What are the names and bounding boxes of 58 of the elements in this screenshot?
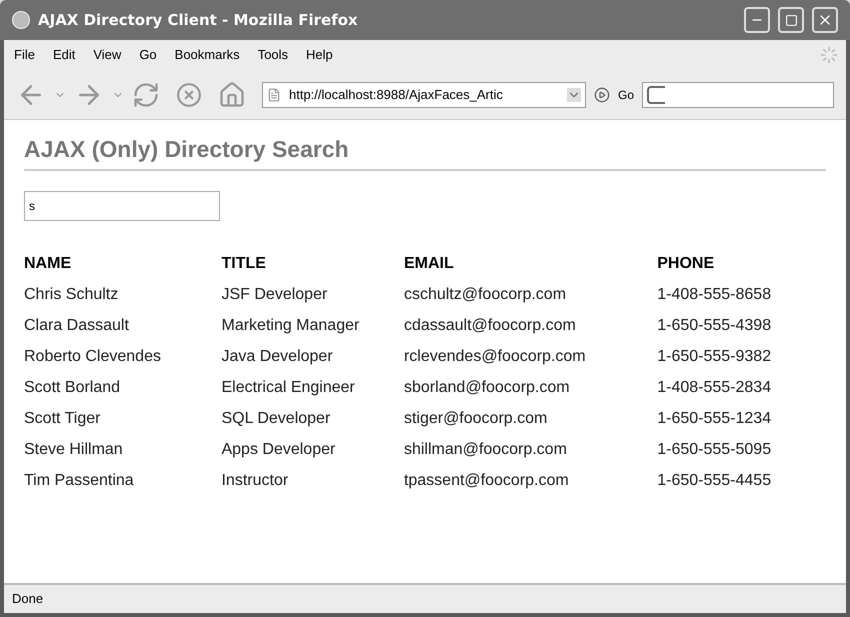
menu-item[interactable]: Help <box>304 45 335 65</box>
go-icon[interactable] <box>594 86 610 102</box>
throbber-icon <box>820 46 838 64</box>
table-cell: Electrical Engineer <box>221 378 355 396</box>
url-text: http://localhost:8988/AjaxFaces_Artic <box>289 86 504 104</box>
address-field[interactable]: http://localhost:8988/AjaxFaces_Artic <box>262 82 586 108</box>
go-button[interactable]: Go <box>618 86 634 104</box>
home-icon[interactable] <box>218 80 246 108</box>
column-header: TITLE <box>221 254 266 272</box>
menu-item[interactable]: View <box>91 45 124 65</box>
table-cell: 1-650-555-1234 <box>657 410 772 426</box>
table-cell: SQL Developer <box>221 410 330 426</box>
table-cell: rclevendes@foocorp.com <box>404 348 586 364</box>
table-cell: Marketing Manager <box>221 316 360 334</box>
table-cell: Apps Developer <box>221 440 336 458</box>
table-cell: cdassault@foocorp.com <box>404 316 576 334</box>
table-cell: Steve Hillman <box>24 440 123 458</box>
table-cell: tpassent@foocorp.com <box>404 472 569 488</box>
status-text: Done <box>12 590 44 608</box>
table-cell: 1-650-555-4455 <box>657 472 772 488</box>
table-cell: Clara Dassault <box>24 316 129 334</box>
page-heading: AJAX (Only) Directory Search <box>24 132 826 170</box>
table-cell: shillman@foocorp.com <box>404 440 567 458</box>
table-cell: 1-650-555-4398 <box>657 316 772 334</box>
page-icon <box>267 88 281 102</box>
column-header: EMAIL <box>404 254 454 272</box>
maximize-icon <box>784 14 798 26</box>
reload-icon[interactable] <box>132 80 160 108</box>
menu-item[interactable]: Go <box>137 45 159 65</box>
minimize-button[interactable] <box>744 7 770 33</box>
table-cell: 1-650-555-9382 <box>657 348 772 364</box>
close-button[interactable] <box>812 7 838 33</box>
table-cell: stiger@foocorp.com <box>404 410 548 426</box>
table-cell: Roberto Clevendes <box>24 348 161 364</box>
table-cell: 1-408-555-8658 <box>657 286 772 302</box>
stop-icon[interactable] <box>176 82 202 108</box>
menu-item[interactable]: Bookmarks <box>172 45 242 65</box>
table-cell: Tim Passentina <box>24 472 134 488</box>
window-title: AJAX Directory Client - Mozilla Firefox <box>38 10 359 31</box>
menu-item[interactable]: Edit <box>50 45 78 65</box>
table-cell: Chris Schultz <box>24 286 118 302</box>
search-field[interactable]: s <box>24 190 220 220</box>
table-cell: sborland@foocorp.com <box>404 378 570 396</box>
column-header: PHONE <box>657 254 714 272</box>
table-cell: Scott Borland <box>24 378 120 396</box>
table-cell: Java Developer <box>221 348 333 364</box>
table-cell: Instructor <box>221 472 288 488</box>
column-header: NAME <box>24 254 72 272</box>
maximize-button[interactable] <box>778 7 804 33</box>
menu-item[interactable]: Tools <box>256 45 290 65</box>
dropdown-icon[interactable] <box>567 88 581 102</box>
table-cell: JSF Developer <box>221 286 328 302</box>
table-cell: 1-650-555-5095 <box>657 440 772 458</box>
table-cell: Scott Tiger <box>24 410 100 426</box>
table-cell: 1-408-555-2834 <box>657 378 772 396</box>
menu-item[interactable]: File <box>12 45 37 65</box>
search-engine-icon <box>647 86 666 104</box>
table-cell: cschultz@foocorp.com <box>404 286 566 302</box>
